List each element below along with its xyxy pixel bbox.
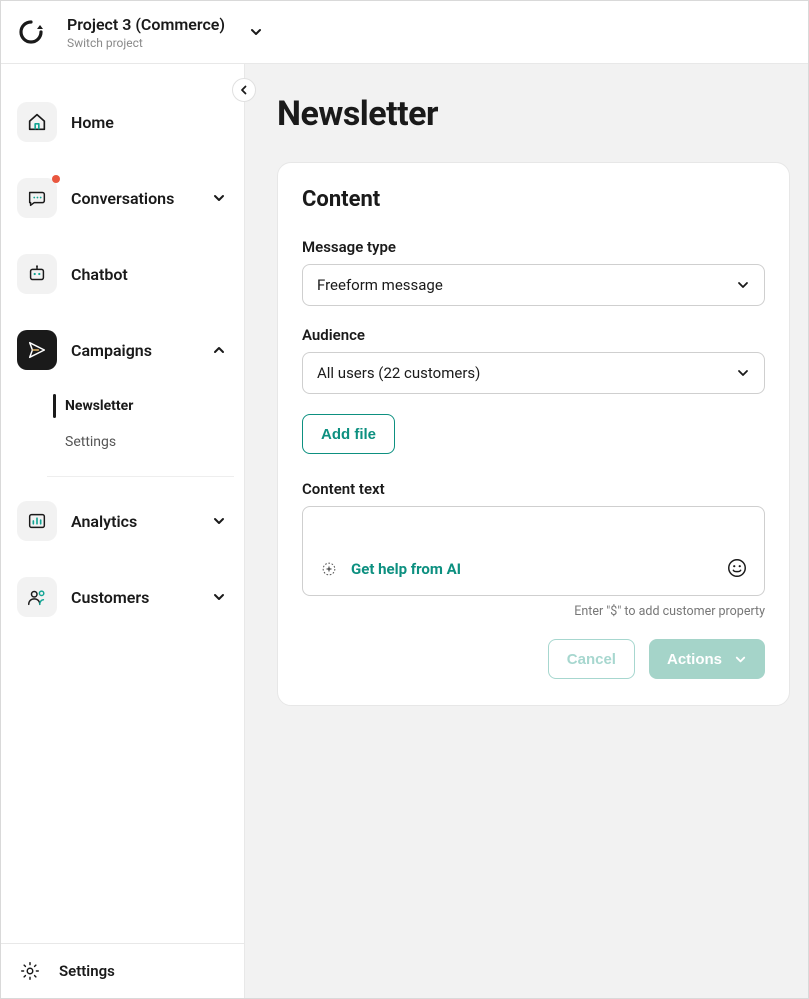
campaigns-subnav: Newsletter Settings — [47, 390, 234, 477]
home-icon — [17, 102, 57, 142]
project-title: Project 3 (Commerce) — [67, 15, 225, 34]
sidebar-item-customers[interactable]: Customers — [11, 569, 234, 625]
conversations-icon — [17, 178, 57, 218]
subnav-item-label: Settings — [65, 434, 116, 450]
audience-value: All users (22 customers) — [317, 364, 480, 382]
subnav-item-settings[interactable]: Settings — [47, 426, 234, 458]
message-type-label: Message type — [302, 238, 765, 256]
actions-button[interactable]: Actions — [649, 639, 765, 679]
sidebar-item-label: Chatbot — [71, 265, 228, 284]
audience-label: Audience — [302, 326, 765, 344]
subnav-item-label: Newsletter — [65, 398, 133, 414]
message-type-select[interactable]: Freeform message — [302, 264, 765, 306]
chevron-down-icon — [210, 189, 228, 207]
ai-sparkle-icon — [319, 559, 339, 579]
content-card: Content Message type Freeform message Au… — [277, 162, 790, 706]
sidebar-footer-settings[interactable]: Settings — [1, 943, 244, 998]
sidebar-footer-label: Settings — [59, 962, 115, 980]
project-switcher[interactable]: Project 3 (Commerce) Switch project — [67, 15, 263, 50]
chevron-down-icon — [210, 512, 228, 530]
chevron-left-icon — [239, 85, 249, 95]
content-text-hint: Enter "$" to add customer property — [302, 604, 765, 619]
gear-icon — [17, 958, 43, 984]
sidebar-item-campaigns[interactable]: Campaigns — [11, 322, 234, 378]
form-actions: Cancel Actions — [302, 639, 765, 679]
app-header: Project 3 (Commerce) Switch project — [1, 1, 808, 64]
main-content: Newsletter Content Message type Freeform… — [245, 64, 808, 998]
chevron-down-icon — [210, 588, 228, 606]
cancel-button[interactable]: Cancel — [548, 639, 635, 679]
sidebar-item-analytics[interactable]: Analytics — [11, 493, 234, 549]
sidebar-item-label: Campaigns — [71, 341, 196, 360]
chevron-down-icon — [736, 278, 750, 292]
section-title: Content — [302, 187, 765, 212]
ai-help-label: Get help from AI — [351, 560, 461, 578]
ai-help-button[interactable]: Get help from AI — [319, 559, 461, 579]
chevron-up-icon — [210, 341, 228, 359]
content-text-input[interactable]: Get help from AI — [302, 506, 765, 596]
add-file-button[interactable]: Add file — [302, 414, 395, 454]
actions-button-label: Actions — [667, 651, 722, 668]
sidebar-item-home[interactable]: Home — [11, 94, 234, 150]
sidebar-collapse-button[interactable] — [232, 78, 256, 102]
sidebar-item-label: Conversations — [71, 189, 196, 208]
notification-dot-icon — [52, 175, 60, 183]
sidebar-item-label: Customers — [71, 588, 196, 607]
campaigns-icon — [17, 330, 57, 370]
customers-icon — [17, 577, 57, 617]
sidebar-item-chatbot[interactable]: Chatbot — [11, 246, 234, 302]
chatbot-icon — [17, 254, 57, 294]
chevron-down-icon — [734, 653, 747, 666]
sidebar-item-label: Analytics — [71, 512, 196, 531]
switch-project-label: Switch project — [67, 36, 225, 50]
emoji-picker-icon[interactable] — [726, 557, 748, 579]
subnav-item-newsletter[interactable]: Newsletter — [47, 390, 234, 422]
sidebar: Home Conversations — [1, 64, 245, 998]
message-type-value: Freeform message — [317, 276, 443, 294]
analytics-icon — [17, 501, 57, 541]
sidebar-item-label: Home — [71, 113, 228, 132]
audience-select[interactable]: All users (22 customers) — [302, 352, 765, 394]
page-title: Newsletter — [277, 94, 790, 134]
sidebar-item-conversations[interactable]: Conversations — [11, 170, 234, 226]
chevron-down-icon — [249, 25, 263, 39]
app-logo-icon — [17, 18, 45, 46]
content-text-label: Content text — [302, 480, 765, 498]
chevron-down-icon — [736, 366, 750, 380]
